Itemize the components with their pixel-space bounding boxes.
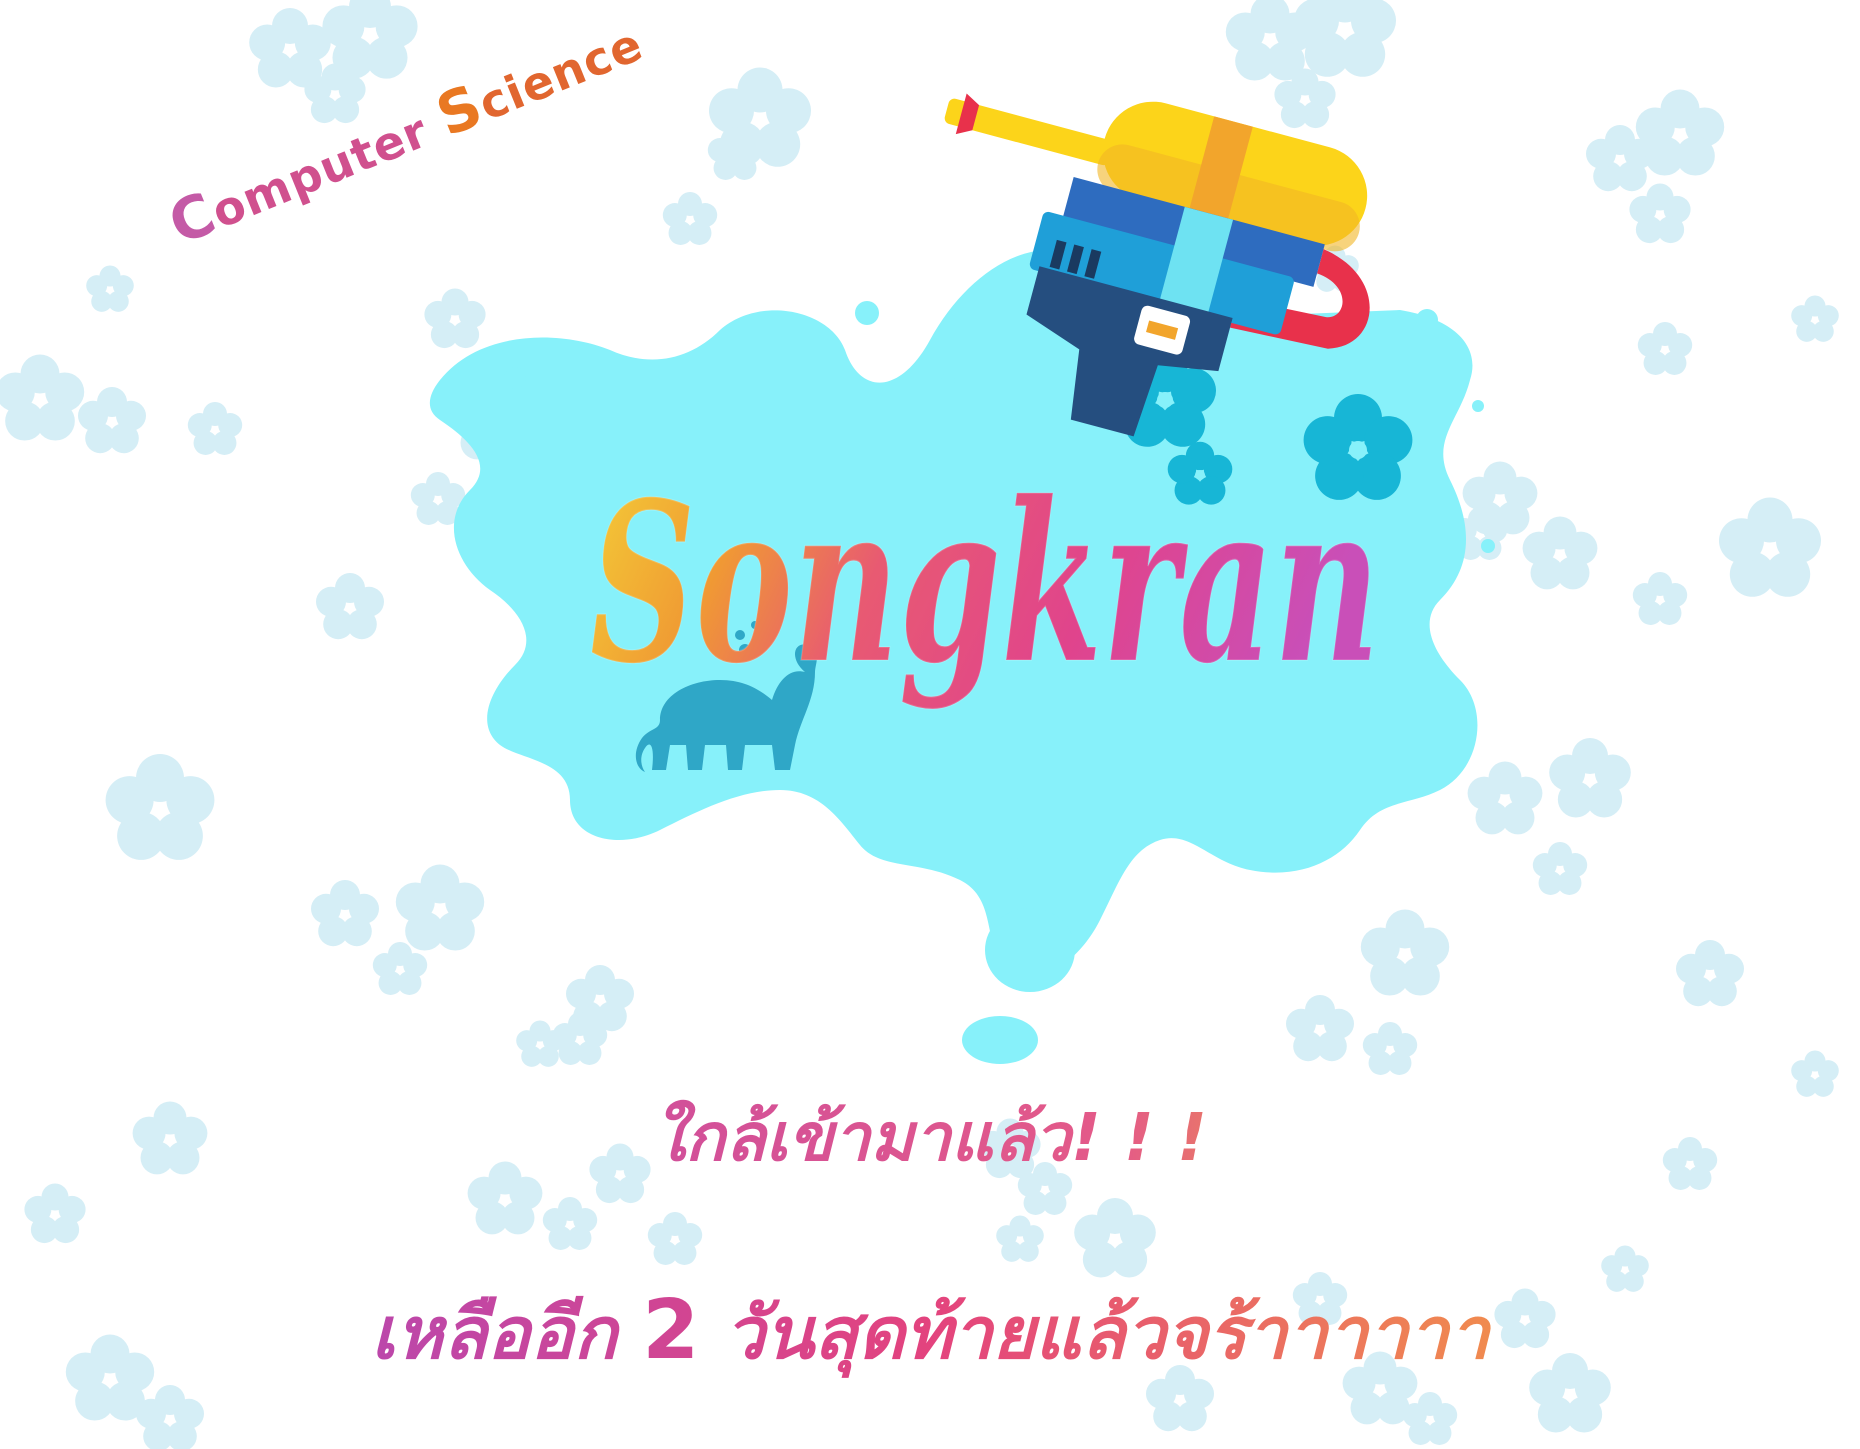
poster: Songkran Computer Science ใกล้เข้ามาแล้ว…: [0, 0, 1860, 1449]
countdown-prefix: เหลืออีก: [370, 1291, 618, 1375]
countdown-line: เหลืออีก 2 วันสุดท้ายแล้วจร้าาาาาา: [0, 1275, 1860, 1390]
songkran-logo: Songkran: [589, 452, 1381, 713]
countdown-suffix: วันสุดท้ายแล้วจร้าาาาาา: [724, 1291, 1490, 1375]
countdown-days: 2: [642, 1283, 700, 1378]
songkran-title: Songkran: [590, 453, 1380, 712]
headline: ใกล้เข้ามาแล้ว! ! !: [0, 1085, 1860, 1190]
